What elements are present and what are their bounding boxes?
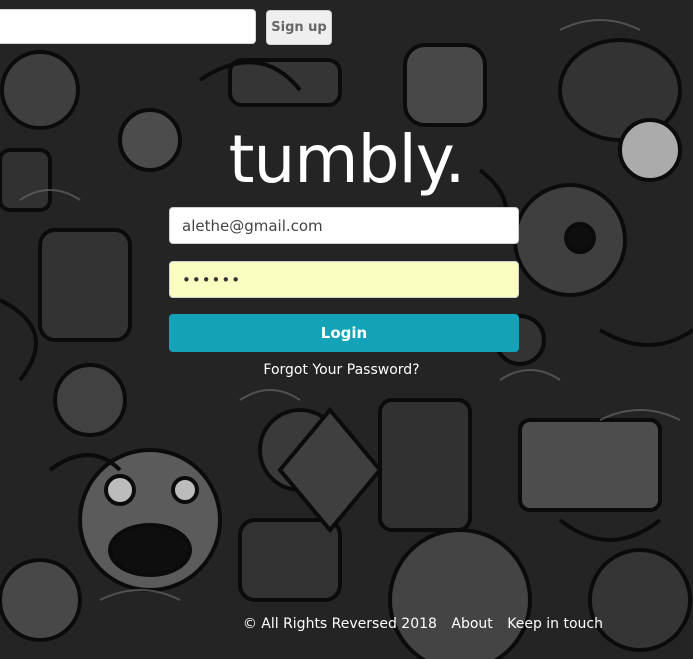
login-page: Sign up tumbly. Login Forgot Your Passwo… <box>0 0 693 659</box>
footer-copyright: © All Rights Reversed 2018 <box>242 616 437 632</box>
forgot-password-link[interactable]: Forgot Your Password? <box>0 362 683 378</box>
login-button[interactable]: Login <box>169 314 519 352</box>
top-email-input[interactable] <box>0 9 256 44</box>
footer-about-link[interactable]: About <box>451 616 492 632</box>
footer-contact-link[interactable]: Keep in touch <box>507 616 603 632</box>
signup-button[interactable]: Sign up <box>266 10 332 45</box>
footer: © All Rights Reversed 2018 About Keep in… <box>0 616 603 632</box>
logo: tumbly. <box>228 121 466 198</box>
email-field[interactable] <box>169 207 519 244</box>
password-field[interactable] <box>169 261 519 298</box>
